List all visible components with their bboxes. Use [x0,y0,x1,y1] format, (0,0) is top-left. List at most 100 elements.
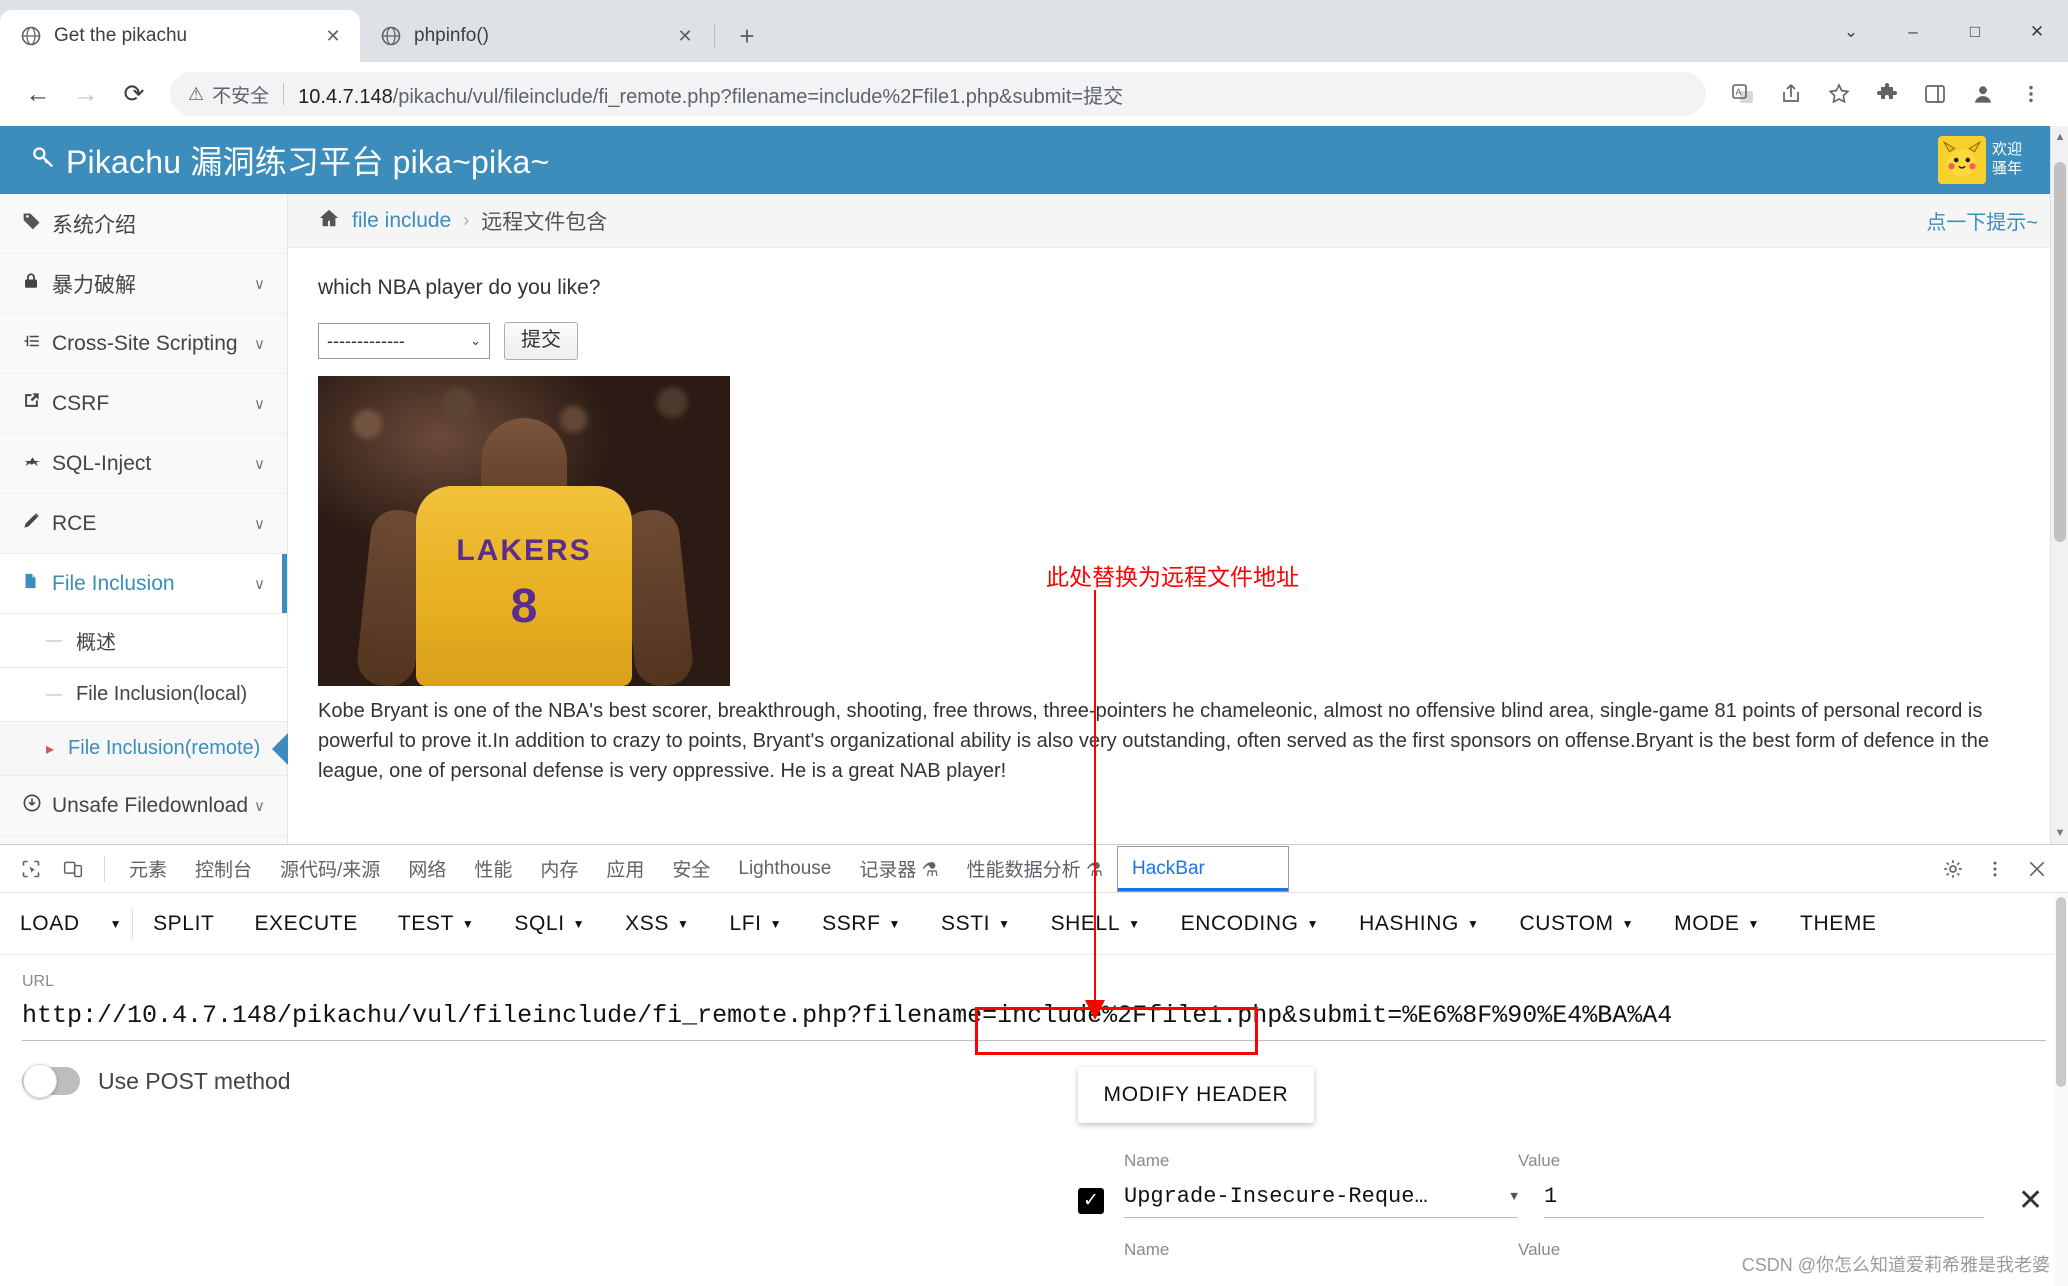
tab-recorder[interactable]: 记录器 ⚗ [845,846,952,892]
hackbar-lfi-button[interactable]: LFI ▼ [709,893,802,955]
hackbar-ssti-button[interactable]: SSTI ▼ [921,893,1031,955]
scrollbar-thumb[interactable] [2056,897,2066,1087]
globe-icon [380,25,402,47]
header-enabled-checkbox[interactable]: ✓ [1078,1187,1104,1214]
use-post-method-toggle[interactable] [22,1064,80,1098]
browser-tab-inactive[interactable]: phpinfo() ✕ [360,10,712,62]
page-scrollbar[interactable]: ▲ ▼ [2050,126,2068,844]
tab-application[interactable]: 应用 [592,846,658,892]
omnibox-divider [283,83,285,105]
tab-network[interactable]: 网络 [394,846,460,892]
inspect-element-icon[interactable] [10,848,52,890]
close-icon[interactable]: ✕ [672,23,698,49]
minimize-button[interactable]: – [1882,10,1944,54]
chevron-down-icon: ▼ [461,916,475,931]
more-vertical-icon[interactable] [1974,848,2016,890]
hackbar-options: Use POST method [22,1064,1042,1260]
bookmark-star-icon[interactable] [1816,71,1862,117]
header-name-input[interactable]: Upgrade-Insecure-Reque… ▼ [1124,1184,1518,1218]
player-description: Kobe Bryant is one of the NBA's best sco… [318,700,1990,782]
sidebar-item-bruteforce[interactable]: 暴力破解 ∨ [0,254,287,314]
chevron-down-icon[interactable]: ▼ [1510,1189,1518,1204]
hackbar-theme-button[interactable]: THEME [1780,893,1897,955]
user-widget[interactable]: 欢迎 骚年 [1938,126,2068,194]
sidebar-subitem-local[interactable]: — File Inclusion(local) [0,668,287,722]
scroll-up-icon[interactable]: ▲ [2051,128,2068,146]
forward-icon[interactable]: → [62,70,110,118]
hackbar-button-label: MODE [1674,911,1740,935]
reload-icon[interactable]: ⟳ [110,70,158,118]
more-vertical-icon[interactable] [2008,71,2054,117]
hackbar-button-label: THEME [1800,911,1877,935]
tab-security[interactable]: 安全 [658,846,724,892]
hackbar-button-label: TEST [397,911,454,935]
tab-performance[interactable]: 性能 [460,846,526,892]
hackbar-execute-button[interactable]: EXECUTE [234,893,377,955]
hackbar-custom-button[interactable]: CUSTOM ▼ [1499,893,1654,955]
tab-strip: Get the pikachu ✕ phpinfo() ✕ + ⌄ – □ ✕ [0,0,2068,62]
browser-tab-active[interactable]: Get the pikachu ✕ [0,10,360,62]
url-text: 10.4.7.148/pikachu/vul/fileinclude/fi_re… [298,80,1123,109]
chevron-down-icon[interactable]: ⌄ [1820,10,1882,54]
close-window-button[interactable]: ✕ [2006,10,2068,54]
site-brand[interactable]: Pikachu 漏洞练习平台 pika~pika~ [0,137,549,183]
hackbar-load-dropdown[interactable]: ▼ [100,893,132,955]
hackbar-ssrf-button[interactable]: SSRF ▼ [802,893,921,955]
sidebar-item-rce[interactable]: RCE ∨ [0,494,287,554]
sidebar: 系统介绍 暴力破解 ∨ Cross-Site Scripting ∨ CSRF … [0,194,288,844]
sidebar-item-sqlinject[interactable]: SQL-Inject ∨ [0,434,287,494]
hackbar-mode-button[interactable]: MODE ▼ [1654,893,1780,955]
sidebar-item-xss[interactable]: Cross-Site Scripting ∨ [0,314,287,374]
sidebar-item-unsafe-filedownload[interactable]: Unsafe Filedownload ∨ [0,776,287,836]
device-toolbar-icon[interactable] [52,848,94,890]
hint-link[interactable]: 点一下提示~ [1926,206,2038,235]
breadcrumb-link[interactable]: file include [352,209,451,233]
close-icon[interactable] [2016,848,2058,890]
sidebar-item-csrf[interactable]: CSRF ∨ [0,374,287,434]
back-icon[interactable]: ← [14,70,62,118]
not-secure-warning-icon[interactable]: ⚠ [188,84,204,105]
hackbar-test-button[interactable]: TEST ▼ [378,893,495,955]
url-field-label: URL [22,973,55,990]
player-select[interactable]: ------------- ⌄ [318,323,490,359]
scroll-down-icon[interactable]: ▼ [2051,824,2068,842]
address-bar[interactable]: ⚠ 不安全 10.4.7.148/pikachu/vul/fileinclude… [170,72,1706,116]
hackbar-hashing-button[interactable]: HASHING ▼ [1339,893,1499,955]
sidebar-subitem-overview[interactable]: — 概述 [0,614,287,668]
maximize-button[interactable]: □ [1944,10,2006,54]
tab-lighthouse[interactable]: Lighthouse [724,846,845,892]
tab-elements[interactable]: 元素 [115,846,181,892]
new-tab-button[interactable]: + [727,16,767,56]
tab-performance-insights[interactable]: 性能数据分析 ⚗ [953,846,1117,892]
header-value-input[interactable]: 1 [1544,1184,1984,1218]
tab-hackbar[interactable]: HackBar [1116,845,1289,892]
tab-sources[interactable]: 源代码/来源 [266,846,394,892]
hackbar-load-button[interactable]: LOAD [0,893,100,955]
scrollbar-thumb[interactable] [2054,162,2066,542]
chevron-down-icon: ∨ [254,797,265,815]
remove-header-icon[interactable]: ✕ [2018,1183,2043,1218]
hackbar-encoding-button[interactable]: ENCODING ▼ [1161,893,1339,955]
chevron-down-icon: ▼ [1747,916,1761,931]
hackbar-xss-button[interactable]: XSS ▼ [605,893,709,955]
gear-icon[interactable] [1932,848,1974,890]
chevron-down-icon: ⌄ [470,333,481,348]
extensions-puzzle-icon[interactable] [1864,71,1910,117]
sidebar-item-intro[interactable]: 系统介绍 [0,194,287,254]
profile-avatar-icon[interactable] [1960,71,2006,117]
modify-header-button[interactable]: MODIFY HEADER [1078,1067,1314,1123]
submit-button[interactable]: 提交 [504,322,578,360]
close-icon[interactable]: ✕ [320,23,346,49]
hackbar-sqli-button[interactable]: SQLI ▼ [494,893,605,955]
share-icon[interactable] [1768,71,1814,117]
sidepanel-icon[interactable] [1912,71,1958,117]
sidebar-item-file-inclusion[interactable]: File Inclusion ∨ [0,554,287,614]
hackbar-scrollbar[interactable] [2054,893,2068,1286]
tab-console[interactable]: 控制台 [181,846,266,892]
tab-memory[interactable]: 内存 [526,846,592,892]
hackbar-split-button[interactable]: SPLIT [133,893,234,955]
toolbar-icon-group: A [1718,71,2054,117]
translate-icon[interactable]: A [1720,71,1766,117]
sidebar-subitem-remote[interactable]: ▸ File Inclusion(remote) [0,722,287,776]
annotation-highlight-box [975,1007,1258,1055]
